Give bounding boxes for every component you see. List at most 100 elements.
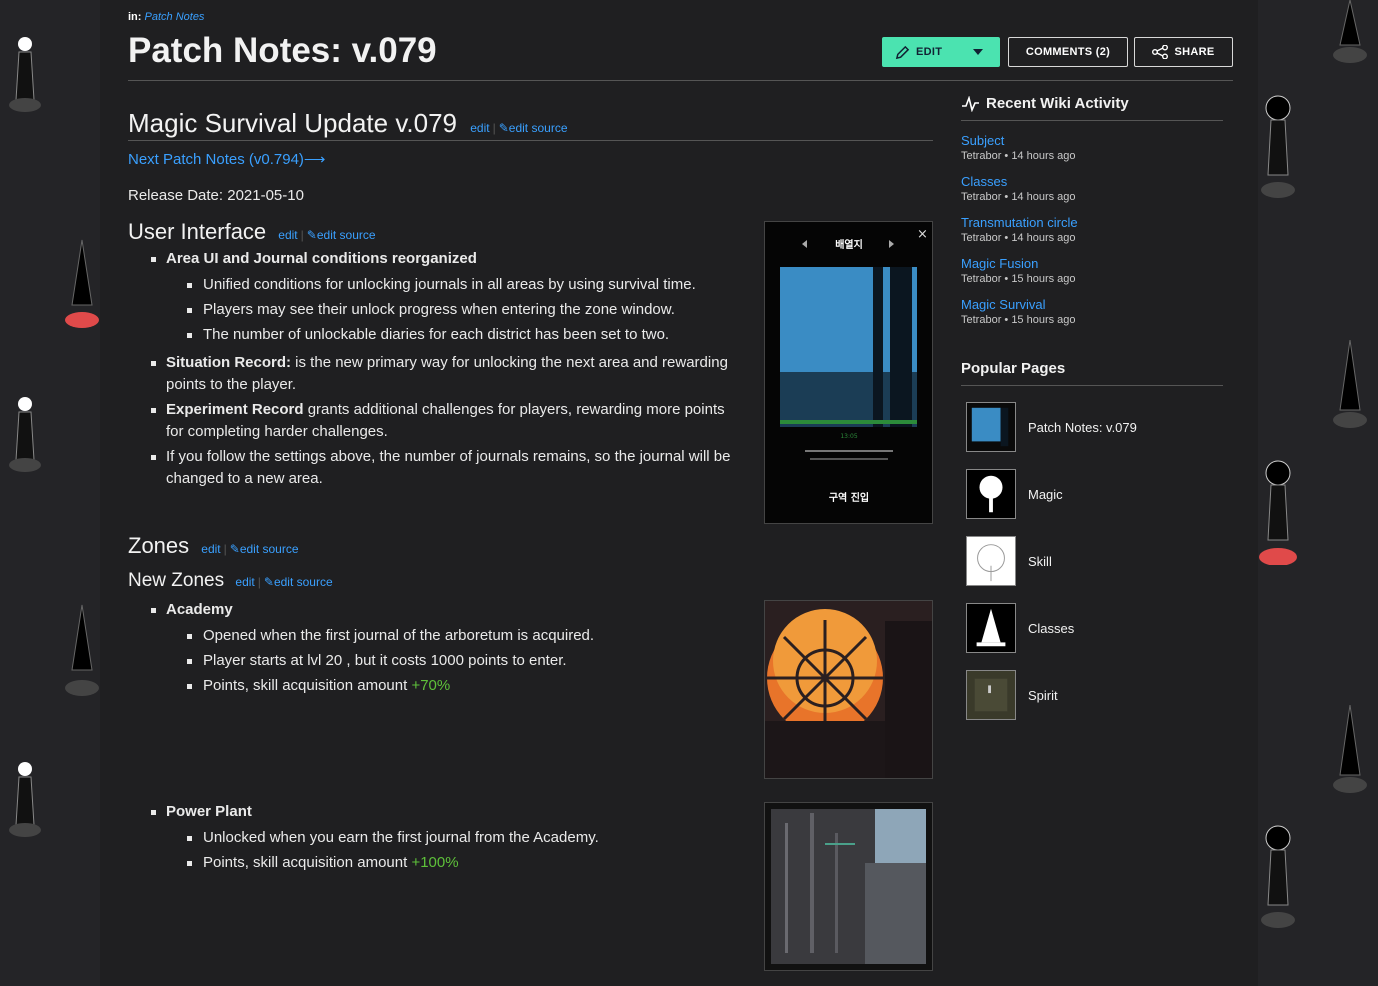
activity-item: Magic Survival Tetrabor • 15 hours ago xyxy=(961,297,1223,326)
zone-window-timer: 13:05 xyxy=(840,433,857,440)
list-item: Power Plant Unlocked when you earn the f… xyxy=(148,801,738,874)
pencil-icon: ✎ xyxy=(229,542,240,556)
pumpkin-lantern-icon xyxy=(1261,95,1295,198)
lantern-decoration-icon xyxy=(65,239,99,328)
popular-page-thumbnail xyxy=(966,536,1016,586)
list-item: Points, skill acquisition amount +70% xyxy=(166,675,738,697)
edit-button[interactable]: EDIT xyxy=(882,37,1000,67)
zone-window-image: × 배열지 13:05 구역 진입 xyxy=(765,222,932,523)
edit-links-separator: | xyxy=(223,542,227,556)
popular-page-item[interactable]: Patch Notes: v.079 xyxy=(961,401,1223,453)
activity-item: Classes Tetrabor • 14 hours ago xyxy=(961,174,1223,203)
edit-button-label: EDIT xyxy=(916,46,943,58)
power-plant-title: Power Plant xyxy=(166,803,252,820)
lantern-decoration-icon xyxy=(9,397,41,472)
recent-activity-heading: Recent Wiki Activity xyxy=(961,95,1223,121)
academy-image[interactable] xyxy=(764,600,933,779)
update-heading-text: Magic Survival Update v.079 xyxy=(128,108,458,138)
activity-meta: Tetrabor • 14 hours ago xyxy=(961,232,1076,244)
edit-links: edit | ✎edit source xyxy=(235,575,332,589)
chevron-down-icon[interactable] xyxy=(973,49,983,55)
lantern-decoration-icon xyxy=(1333,705,1367,793)
activity-meta: Tetrabor • 15 hours ago xyxy=(961,273,1076,285)
popular-page-thumbnail xyxy=(966,670,1016,720)
edit-source-link[interactable]: edit source xyxy=(240,542,299,556)
activity-link[interactable]: Magic Survival xyxy=(961,297,1223,312)
activity-link[interactable]: Magic Fusion xyxy=(961,256,1223,271)
list-item: If you follow the settings above, the nu… xyxy=(148,446,738,490)
power-plant-list: Power Plant Unlocked when you earn the f… xyxy=(148,801,738,880)
pencil-icon xyxy=(895,45,910,59)
power-plant-artwork xyxy=(765,803,932,970)
edit-source-link[interactable]: edit source xyxy=(509,121,568,135)
academy-list: Academy Opened when the first journal of… xyxy=(148,599,738,703)
list-item: The number of unlockable diaries for eac… xyxy=(166,324,738,346)
page-title: Patch Notes: v.079 xyxy=(128,31,437,70)
article-page: in: Patch Notes Patch Notes: v.079 EDIT … xyxy=(100,0,1258,986)
right-sidebar: Recent Wiki Activity Subject Tetrabor • … xyxy=(961,95,1223,721)
zone-window-screenshot[interactable]: × 배열지 13:05 구역 진입 xyxy=(764,221,933,524)
lantern-decoration-icon xyxy=(1333,340,1367,428)
breadcrumb: in: Patch Notes xyxy=(128,11,204,23)
zones-heading-text: Zones xyxy=(128,533,190,558)
activity-link[interactable]: Subject xyxy=(961,133,1223,148)
next-patch-notes-link[interactable]: Next Patch Notes (v0.794)⟶ xyxy=(128,151,325,168)
academy-title: Academy xyxy=(166,601,233,618)
lantern-decoration-icon xyxy=(9,37,41,112)
update-heading: Magic Survival Update v.079 edit | ✎edit s… xyxy=(128,108,568,139)
popular-page-item[interactable]: Classes xyxy=(961,602,1223,654)
activity-pulse-icon xyxy=(962,95,979,112)
edit-link[interactable]: edit xyxy=(201,542,220,556)
power-plant-image[interactable] xyxy=(764,802,933,971)
comments-button[interactable]: COMMENTS (2) xyxy=(1008,37,1128,67)
popular-page-item[interactable]: Magic xyxy=(961,468,1223,520)
edit-links: edit | ✎edit source xyxy=(201,542,298,556)
edit-link[interactable]: edit xyxy=(278,228,297,242)
zone-enter-label: 구역 진입 xyxy=(829,491,869,504)
popular-pages-heading-text: Popular Pages xyxy=(961,360,1066,377)
popular-page-thumbnail xyxy=(966,469,1016,519)
list-item: Unified conditions for unlocking journal… xyxy=(166,274,738,296)
academy-artwork xyxy=(765,601,932,778)
share-button[interactable]: SHARE xyxy=(1134,37,1233,67)
recent-activity-heading-text: Recent Wiki Activity xyxy=(986,95,1129,112)
activity-meta: Tetrabor • 14 hours ago xyxy=(961,191,1076,203)
edit-links: edit | ✎edit source xyxy=(278,228,375,242)
section-divider xyxy=(128,140,933,141)
zones-heading: Zones edit | ✎edit source xyxy=(128,533,299,559)
pencil-icon: ✎ xyxy=(498,121,509,135)
list-item-text: Points, skill acquisition amount xyxy=(203,854,412,871)
popular-page-thumbnail xyxy=(966,603,1016,653)
popular-page-item[interactable]: Spirit xyxy=(961,669,1223,721)
list-item: Unlocked when you earn the first journal… xyxy=(166,827,738,849)
edit-links-separator: | xyxy=(492,121,496,135)
activity-item: Magic Fusion Tetrabor • 15 hours ago xyxy=(961,256,1223,285)
close-icon: × xyxy=(917,227,928,242)
user-interface-heading-text: User Interface xyxy=(128,219,267,244)
list-item: Area UI and Journal conditions reorganiz… xyxy=(148,248,738,346)
pencil-icon: ✎ xyxy=(306,228,317,242)
lantern-decoration-icon xyxy=(65,604,99,696)
ui-changes-list: Area UI and Journal conditions reorganiz… xyxy=(148,248,738,493)
list-item: Players may see their unlock progress wh… xyxy=(166,299,738,321)
breadcrumb-link[interactable]: Patch Notes xyxy=(145,11,205,23)
activity-link[interactable]: Transmutation circle xyxy=(961,215,1223,230)
list-item-bold: Situation Record: xyxy=(166,354,292,371)
edit-link[interactable]: edit xyxy=(235,575,254,589)
popular-page-item[interactable]: Skill xyxy=(961,535,1223,587)
edit-source-link[interactable]: edit source xyxy=(274,575,333,589)
popular-page-label: Spirit xyxy=(1028,687,1058,703)
list-item: Points, skill acquisition amount +100% xyxy=(166,852,738,874)
new-zones-heading: New Zones edit | ✎edit source xyxy=(128,570,333,592)
pencil-icon: ✎ xyxy=(263,575,274,589)
edit-source-link[interactable]: edit source xyxy=(317,228,376,242)
popular-page-label: Classes xyxy=(1028,620,1075,636)
new-zones-heading-text: New Zones xyxy=(128,570,225,591)
activity-link[interactable]: Classes xyxy=(961,174,1223,189)
edit-link[interactable]: edit xyxy=(470,121,489,135)
list-item: Opened when the first journal of the arb… xyxy=(166,625,738,647)
list-item-bold: Experiment Record xyxy=(166,401,304,418)
bonus-value: +100% xyxy=(411,854,459,871)
release-date: Release Date: 2021-05-10 xyxy=(128,187,304,204)
list-item: Situation Record: is the new primary way… xyxy=(148,352,738,396)
